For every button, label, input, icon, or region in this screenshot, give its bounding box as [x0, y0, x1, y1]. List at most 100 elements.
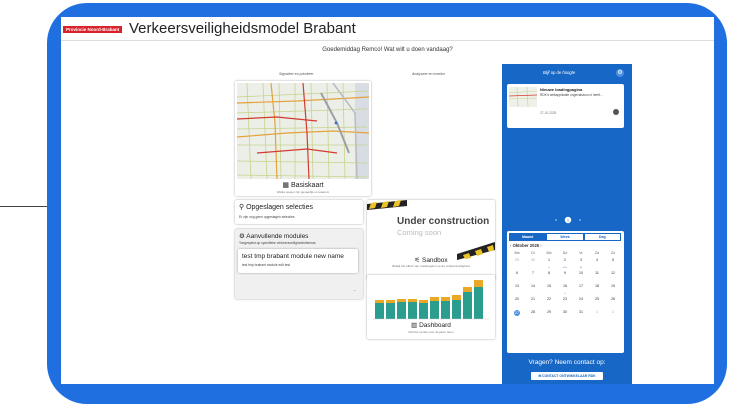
news-title: Nieuwe loadingpagina	[540, 87, 583, 92]
news-text: RDK's webapplicatie ongevalsloco nl heef…	[540, 93, 603, 97]
calendar-day[interactable]: 17	[573, 284, 589, 297]
basiskaart-title: Basiskaart	[290, 182, 324, 189]
calendar-day[interactable]: 29	[509, 258, 525, 271]
module-item[interactable]: test tmp brabant module new name test tm…	[238, 249, 358, 273]
bar-chart-icon: ▥	[411, 322, 420, 329]
modules-subtitle: Toegespitst op specifieke verkeersveilig…	[239, 241, 316, 245]
sandbox-subtitle: Bekijk het effect van maatregelen op de …	[392, 264, 470, 268]
dashboard-chart-preview	[372, 280, 489, 320]
calendar-day[interactable]: 24	[573, 297, 589, 310]
module-item-title: test tmp brabant module new name	[242, 253, 344, 260]
carousel-dots[interactable]: 1	[548, 211, 588, 224]
calendar-day[interactable]: 30	[525, 258, 541, 271]
modules-card: ⚙ Aanvullende modules Toegespitst op spe…	[235, 229, 363, 299]
calendar: Maand Week Dag ‹ Oktober 2025 › Ma Di Wo…	[507, 231, 624, 353]
calendar-day[interactable]: 18	[589, 284, 605, 297]
calendar-day[interactable]: 22	[541, 297, 557, 310]
app-title: Verkeersveiligheidsmodel Brabant	[129, 20, 356, 37]
next-month-icon[interactable]: ›	[539, 243, 541, 248]
modules-title: Aanvullende modules	[246, 233, 309, 240]
event-dots: •	[564, 291, 566, 295]
calendar-day[interactable]: 5	[605, 258, 621, 271]
calendar-month: Oktober 2025	[512, 243, 540, 248]
calendar-day[interactable]: 13	[509, 284, 525, 297]
contact-button-label: CONTACT ONTWIKKELAAR RDK	[542, 374, 596, 378]
calendar-day[interactable]: 7	[525, 271, 541, 284]
saved-selections-card[interactable]: ⚲ Opgeslagen selecties Er zijn nog geen …	[235, 200, 363, 224]
calendar-day[interactable]: 9	[557, 271, 573, 284]
greeting-text: Goedemiddag Remco! Wat wilt u doen vanda…	[322, 47, 453, 53]
module-item-desc: test tmp brabant module edit test	[242, 263, 291, 267]
calendar-day[interactable]: 16 •	[557, 284, 573, 297]
calendar-day[interactable]: 21	[525, 297, 541, 310]
news-date: 27-10-2025	[540, 111, 557, 115]
calendar-day[interactable]: 12	[605, 271, 621, 284]
calendar-day[interactable]: 23	[557, 297, 573, 310]
contact-developer-button[interactable]: ✉ CONTACT ONTWIKKELAAR RDK	[531, 372, 603, 380]
calendar-day[interactable]: 10	[573, 271, 589, 284]
sandbox-title: Sandbox	[421, 257, 448, 264]
basiskaart-card[interactable]: ▦ Basiskaart Welke wegen zijn gevaarlijk…	[235, 81, 371, 196]
connector-line	[0, 206, 48, 207]
sliders-icon: ⚟	[414, 257, 422, 264]
header-bar: Provincie Noord-Brabant Verkeersveilighe…	[61, 17, 714, 41]
news-card[interactable]: Nieuwe loadingpagina RDK's webapplicatie…	[507, 84, 624, 128]
calendar-day[interactable]: 14	[525, 284, 541, 297]
tab-day[interactable]: Dag	[583, 233, 621, 241]
sandbox-card[interactable]: Under construction Coming soon ⚟ Sandbox…	[367, 200, 495, 280]
calendar-day[interactable]: 8	[541, 271, 557, 284]
today-marker: 27	[514, 310, 520, 316]
calendar-day[interactable]: 4	[589, 258, 605, 271]
app-screen: Provincie Noord-Brabant Verkeersveilighe…	[61, 17, 714, 384]
chevron-down-icon[interactable]: ⌄	[353, 287, 356, 292]
calendar-day[interactable]: 2 •••	[557, 258, 573, 271]
calendar-day[interactable]: 2	[605, 310, 621, 323]
map-icon: ▦	[282, 182, 291, 189]
settings-gear-icon[interactable]: ⚙	[616, 69, 624, 77]
calendar-day[interactable]: 6	[509, 271, 525, 284]
news-panel-title: Blijf op de hoogte	[542, 70, 576, 75]
construction-subtitle: Coming soon	[397, 228, 442, 237]
event-dots: •	[548, 265, 550, 269]
event-dots: •••	[563, 265, 567, 269]
weekday-header: Di	[531, 251, 535, 255]
tab-week[interactable]: Week	[546, 233, 584, 241]
saved-selections-text: Er zijn nog geen opgeslagen selecties	[239, 215, 295, 219]
construction-title: Under construction	[397, 216, 490, 227]
dashboard-subtitle: Monitor trends over de jaren heen	[408, 330, 454, 334]
calendar-day[interactable]: 26	[605, 297, 621, 310]
calendar-day[interactable]: 19	[605, 284, 621, 297]
calendar-day[interactable]: 27	[509, 310, 525, 323]
map-preview	[237, 83, 369, 179]
column-label-analyse: Analyseer en monitor	[412, 72, 446, 76]
calendar-day[interactable]: 28	[525, 310, 541, 323]
calendar-day[interactable]: 30	[557, 310, 573, 323]
calendar-grid: Ma Di Wo Do Vr Za Zo 29 30 1 • 2 ••• 3 •• 4…	[509, 251, 621, 323]
calendar-day[interactable]: 1	[589, 310, 605, 323]
calendar-day[interactable]: 15	[541, 284, 557, 297]
calendar-day[interactable]: 25	[589, 297, 605, 310]
weekday-header: Zo	[610, 251, 616, 255]
dashboard-card[interactable]: ▥ Dashboard Monitor trends over de jaren…	[367, 275, 495, 339]
calendar-day[interactable]: 29	[541, 310, 557, 323]
dashboard-title: Dashboard	[419, 322, 451, 329]
column-label-signal: Signaleer en prioriteer	[279, 72, 314, 76]
event-dots: ••	[579, 265, 583, 269]
weekday-header: Vr	[579, 251, 583, 255]
weekday-header: Wo	[546, 251, 552, 255]
weekday-header: Do	[562, 251, 568, 255]
news-thumbnail	[509, 87, 537, 107]
calendar-day[interactable]: 20	[509, 297, 525, 310]
news-sidebar: Blijf op de hoogte ⚙ Nieuwe loadingpagin…	[502, 64, 632, 384]
saved-selections-title: Opgeslagen selecties	[246, 204, 314, 211]
tab-month[interactable]: Maand	[509, 233, 547, 241]
calendar-day[interactable]: 11	[589, 271, 605, 284]
contact-title: Vragen? Neem contact op:	[528, 359, 606, 366]
brand-logo[interactable]: Provincie Noord-Brabant	[63, 26, 123, 33]
calendar-day[interactable]: 3 ••	[573, 258, 589, 271]
weekday-header: Ma	[514, 251, 520, 255]
calendar-day[interactable]: 1 •	[541, 258, 557, 271]
weekday-header: Za	[594, 251, 600, 255]
calendar-day[interactable]: 31	[573, 310, 589, 323]
basiskaart-subtitle: Welke wegen zijn gevaarlijk en waarom	[276, 190, 330, 194]
